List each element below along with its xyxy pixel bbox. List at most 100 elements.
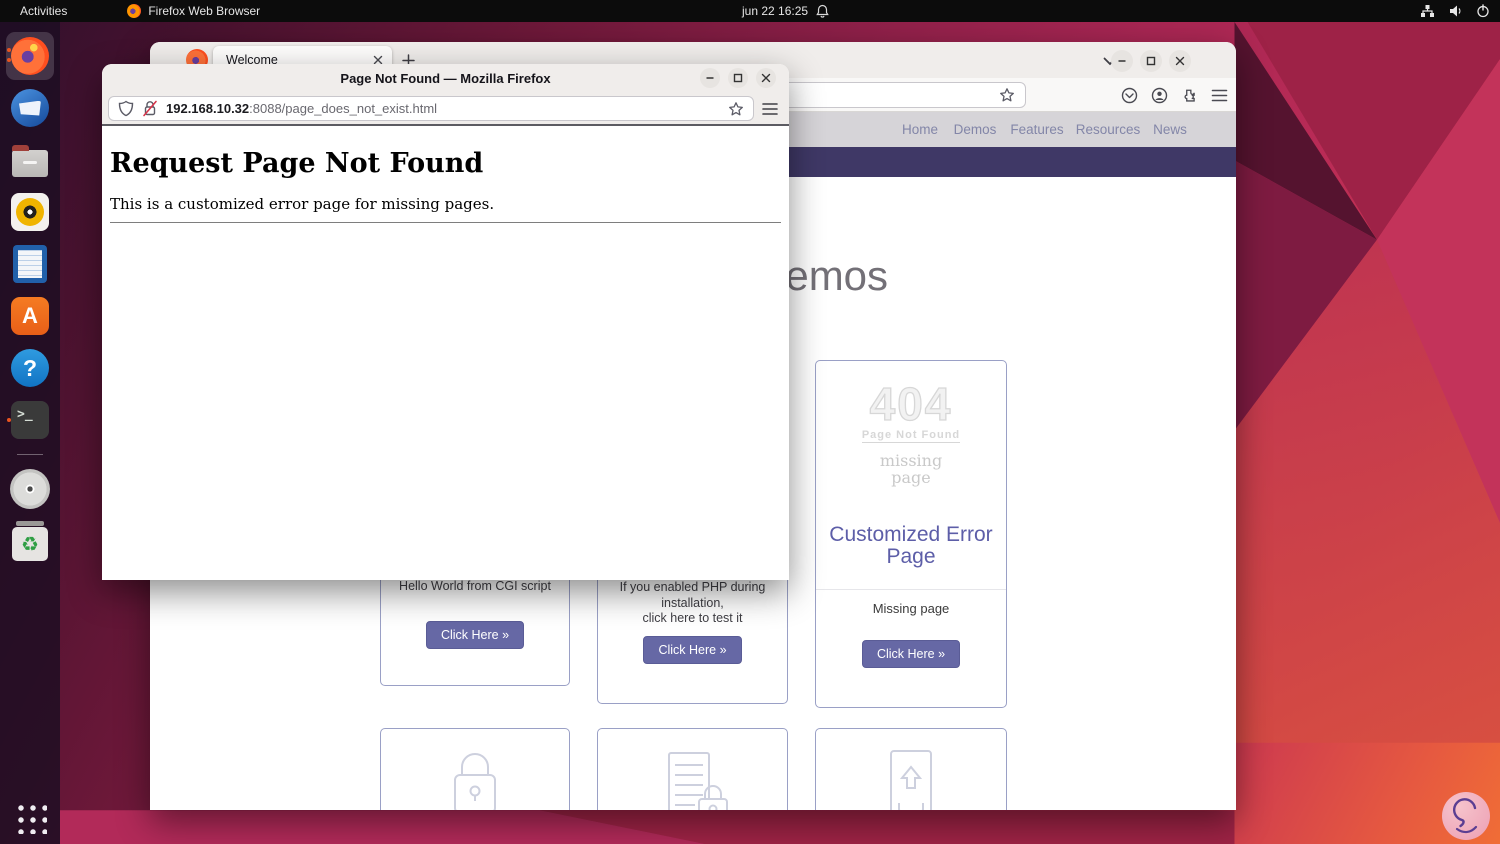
firefox-icon xyxy=(11,37,49,75)
extensions-icon[interactable] xyxy=(1181,87,1198,104)
window-controls xyxy=(700,68,776,88)
404-card-note: Missing page xyxy=(872,601,950,616)
close-button[interactable] xyxy=(756,68,776,88)
maximize-button[interactable] xyxy=(728,68,748,88)
account-icon[interactable] xyxy=(1151,87,1168,104)
maximize-button[interactable] xyxy=(1140,50,1162,72)
pocket-icon[interactable] xyxy=(1121,87,1138,104)
horizontal-rule xyxy=(110,222,781,223)
card-php-text: If you enabled PHP during installation, … xyxy=(602,580,783,627)
running-indicator xyxy=(7,48,11,52)
404-card-title: Customized Error Page xyxy=(829,523,993,568)
show-applications-button[interactable] xyxy=(13,800,47,834)
thunderbird-icon xyxy=(11,89,49,127)
trash-icon: ♻ xyxy=(12,521,48,561)
404-art: 404 xyxy=(869,377,953,430)
close-button[interactable] xyxy=(1169,50,1191,72)
cgi-click-here-button[interactable]: Click Here » xyxy=(425,621,525,649)
menu-hamburger-icon xyxy=(762,103,778,115)
php-click-here-button[interactable]: Click Here » xyxy=(643,636,742,664)
card-upload-demo xyxy=(815,728,1007,810)
bookmark-star-icon[interactable] xyxy=(999,87,1015,103)
volume-icon xyxy=(1450,5,1461,17)
minimize-icon xyxy=(706,77,714,79)
dock-rhythmbox[interactable] xyxy=(6,188,54,236)
dock-libreoffice-writer[interactable] xyxy=(6,240,54,288)
toolbar-actions xyxy=(1121,82,1228,108)
minimize-icon xyxy=(1118,60,1126,62)
document-lock-icon xyxy=(667,752,728,810)
url-path: :8088/page_does_not_exist.html xyxy=(249,101,438,116)
insecure-lock-icon[interactable] xyxy=(142,100,158,117)
dock-separator xyxy=(17,454,43,455)
running-indicator xyxy=(7,58,11,62)
card-php-line2: installation, xyxy=(661,595,724,610)
title-bar[interactable]: Page Not Found — Mozilla Firefox xyxy=(102,64,789,93)
404-art-caption: Page Not Found xyxy=(861,429,961,443)
files-icon xyxy=(12,144,48,177)
menu-button[interactable] xyxy=(760,99,780,119)
rhythmbox-icon xyxy=(11,193,49,231)
url-host: 192.168.10.32 xyxy=(166,101,250,116)
minimize-button[interactable] xyxy=(700,68,720,88)
clock[interactable]: jun 22 16:25 xyxy=(742,4,808,18)
card-cgi-text: Hello World from CGI script xyxy=(399,579,551,593)
nav-link-demos[interactable]: Demos xyxy=(954,122,997,137)
dock-firefox[interactable] xyxy=(6,32,54,80)
404-click-here-button[interactable]: Click Here » xyxy=(861,640,961,668)
card-php-line3: click here to test it xyxy=(642,611,743,625)
help-icon: ? xyxy=(11,349,49,387)
ubuntu-software-icon: A xyxy=(11,297,49,335)
notification-bell-icon xyxy=(816,4,829,18)
close-icon xyxy=(1175,56,1185,66)
firefox-window-page-not-found: Page Not Found — Mozilla Firefox 192.168… xyxy=(102,64,789,580)
navigation-toolbar: 192.168.10.32:8088/page_does_not_exist.h… xyxy=(102,93,789,124)
card-404-demo: 404 Page Not Found missing page Customiz… xyxy=(815,360,1007,708)
bookmark-star-icon[interactable] xyxy=(728,101,744,117)
running-indicator xyxy=(7,418,11,422)
ubuntu-dock: A ? >_ ♻ xyxy=(0,22,60,844)
maximize-icon xyxy=(733,73,743,83)
dock-terminal[interactable]: >_ xyxy=(6,396,54,444)
gnome-top-bar: Activities Firefox Web Browser jun 22 16… xyxy=(0,0,1500,22)
terminal-icon: >_ xyxy=(11,401,49,439)
menu-hamburger-icon[interactable] xyxy=(1211,88,1228,103)
desktop: Welcome Home Demos Features Resources Ne… xyxy=(0,0,1500,844)
window-controls xyxy=(1111,50,1191,72)
url-bar[interactable]: 192.168.10.32:8088/page_does_not_exist.h… xyxy=(108,96,754,121)
error-page-content: Request Page Not Found This is a customi… xyxy=(102,126,789,223)
nav-link-home[interactable]: Home xyxy=(902,122,938,137)
maximize-icon xyxy=(1146,56,1156,66)
activities-button[interactable]: Activities xyxy=(14,4,73,18)
network-wired-icon xyxy=(1421,5,1434,17)
padlock-password-icon xyxy=(454,753,496,810)
dock-ubuntu-software[interactable]: A xyxy=(6,292,54,340)
card-auth-demo xyxy=(380,728,570,810)
nav-link-resources[interactable]: Resources xyxy=(1076,122,1141,137)
system-status-area[interactable] xyxy=(1420,4,1490,18)
dock-trash[interactable]: ♻ xyxy=(6,517,54,565)
dock-disc-drive[interactable] xyxy=(6,465,54,513)
dock-thunderbird[interactable] xyxy=(6,84,54,132)
upload-icon xyxy=(890,750,932,810)
libreoffice-writer-icon xyxy=(13,245,47,283)
app-menu-label: Firefox Web Browser xyxy=(148,4,261,18)
question-balloon-icon xyxy=(1452,798,1478,834)
url-text: 192.168.10.32:8088/page_does_not_exist.h… xyxy=(166,101,437,116)
close-icon xyxy=(761,73,771,83)
dock-files[interactable] xyxy=(6,136,54,184)
power-icon xyxy=(1477,4,1489,18)
dock-help[interactable]: ? xyxy=(6,344,54,392)
nav-link-news[interactable]: News xyxy=(1153,122,1187,137)
card-htaccess-demo xyxy=(597,728,788,810)
error-page-body: This is a customized error page for miss… xyxy=(110,195,495,213)
error-page-heading: Request Page Not Found xyxy=(110,148,484,179)
nav-link-features[interactable]: Features xyxy=(1010,122,1063,137)
minimize-button[interactable] xyxy=(1111,50,1133,72)
window-title: Page Not Found — Mozilla Firefox xyxy=(340,71,551,86)
app-menu[interactable]: Firefox Web Browser xyxy=(127,4,260,18)
shield-icon[interactable] xyxy=(118,100,134,117)
solvetic-watermark-logo xyxy=(1442,792,1490,840)
card-divider xyxy=(816,589,1006,590)
disc-icon xyxy=(10,469,50,509)
